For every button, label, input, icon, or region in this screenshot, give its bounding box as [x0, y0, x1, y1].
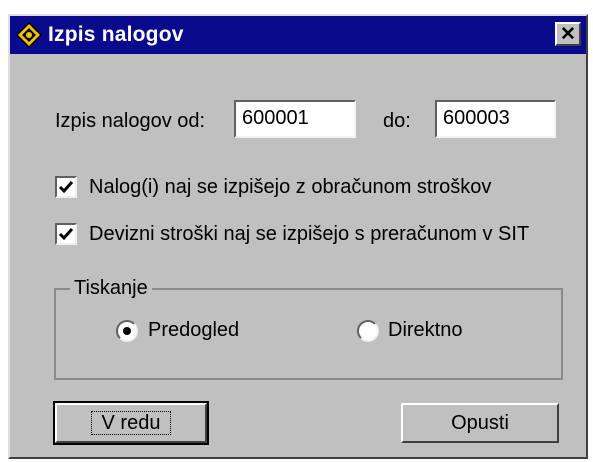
currency-checkbox-label[interactable]: Devizni stroški naj se izpišejo s prerač…	[89, 223, 529, 246]
radio-selected-dot	[123, 327, 131, 335]
close-button[interactable]: ✕	[555, 22, 581, 46]
to-label: do:	[383, 110, 411, 132]
currency-checkbox[interactable]	[55, 223, 77, 245]
printing-group-label: Tiskanje	[70, 277, 152, 300]
costs-checkbox[interactable]	[55, 176, 77, 198]
close-icon: ✕	[560, 23, 576, 45]
title-bar[interactable]: Izpis nalogov ✕	[10, 16, 586, 54]
window-title: Izpis nalogov	[48, 23, 184, 46]
cancel-button[interactable]: Opusti	[401, 403, 559, 443]
app-diamond-icon	[16, 22, 42, 48]
from-label: Izpis nalogov od:	[55, 110, 206, 132]
to-input[interactable]: 600003	[435, 100, 556, 138]
ok-button-label: V redu	[90, 411, 172, 435]
direct-radio-label[interactable]: Direktno	[388, 319, 462, 342]
checkmark-icon	[58, 228, 74, 241]
preview-radio[interactable]	[116, 320, 138, 342]
checkmark-icon	[58, 181, 74, 194]
preview-radio-label[interactable]: Predogled	[148, 319, 239, 342]
from-input[interactable]: 600001	[234, 100, 356, 138]
ok-button[interactable]: V redu	[53, 401, 209, 445]
direct-radio[interactable]	[357, 320, 379, 342]
cancel-button-label: Opusti	[451, 411, 509, 434]
dialog-window: Izpis nalogov ✕ Izpis nalogov od: 600001…	[8, 14, 588, 459]
costs-checkbox-label[interactable]: Nalog(i) naj se izpišejo z obračunom str…	[89, 176, 491, 199]
